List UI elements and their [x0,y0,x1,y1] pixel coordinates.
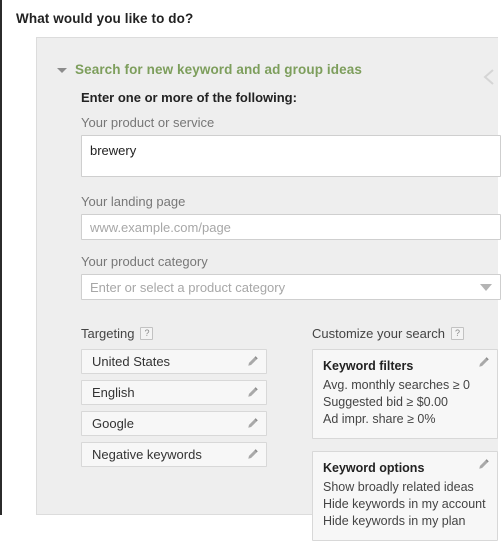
card-title: Keyword options [323,461,425,475]
targeting-item-label: Negative keywords [92,447,202,462]
landing-page-input[interactable] [81,214,501,240]
pencil-icon[interactable] [246,448,259,461]
card-line: Ad impr. share ≥ 0% [323,412,436,426]
pencil-icon[interactable] [246,355,259,368]
card-line: Hide keywords in my account [323,497,486,511]
customize-heading: Customize your search [312,326,445,341]
landing-page-label: Your landing page [81,194,186,209]
targeting-item-label: United States [92,354,171,369]
section-title: Search for new keyword and ad group idea… [75,62,362,77]
targeting-item-negative-keywords[interactable]: Negative keywords [81,442,267,467]
customize-heading-row: Customize your search ? [312,326,498,341]
product-category-select[interactable]: Enter or select a product category [81,274,501,300]
pencil-icon[interactable] [246,386,259,399]
pencil-icon[interactable] [477,356,490,369]
section-toggle-search-ideas[interactable]: Search for new keyword and ad group idea… [57,62,362,77]
targeting-item-network[interactable]: Google [81,411,267,436]
chevron-left-icon[interactable] [482,66,496,88]
product-category-label: Your product category [81,254,208,269]
card-title: Keyword filters [323,359,414,373]
targeting-item-location[interactable]: United States [81,349,267,374]
card-line: Suggested bid ≥ $0.00 [323,395,449,409]
question-mark-icon[interactable]: ? [450,327,464,340]
targeting-item-label: Google [92,416,134,431]
form-subhead: Enter one or more of the following: [81,90,297,105]
pencil-icon[interactable] [246,417,259,430]
card-line: Avg. monthly searches ≥ 0 [323,378,470,392]
product-or-service-input[interactable] [81,135,501,177]
card-line: Hide keywords in my plan [323,514,466,528]
page-title: What would you like to do? [16,11,194,26]
viewport-left-edge [0,0,2,515]
keyword-options-card[interactable]: Keyword options Show broadly related ide… [312,451,498,541]
keyword-filters-card[interactable]: Keyword filters Avg. monthly searches ≥ … [312,349,498,439]
targeting-heading: Targeting [81,326,135,341]
targeting-item-language[interactable]: English [81,380,267,405]
triangle-down-icon [57,68,67,73]
question-mark-icon[interactable]: ? [140,327,154,340]
product-or-service-label: Your product or service [81,115,215,130]
targeting-item-label: English [92,385,135,400]
card-line: Show broadly related ideas [323,480,474,494]
targeting-heading-row: Targeting ? [81,326,267,341]
pencil-icon[interactable] [477,458,490,471]
search-options-panel: Search for new keyword and ad group idea… [36,37,501,541]
